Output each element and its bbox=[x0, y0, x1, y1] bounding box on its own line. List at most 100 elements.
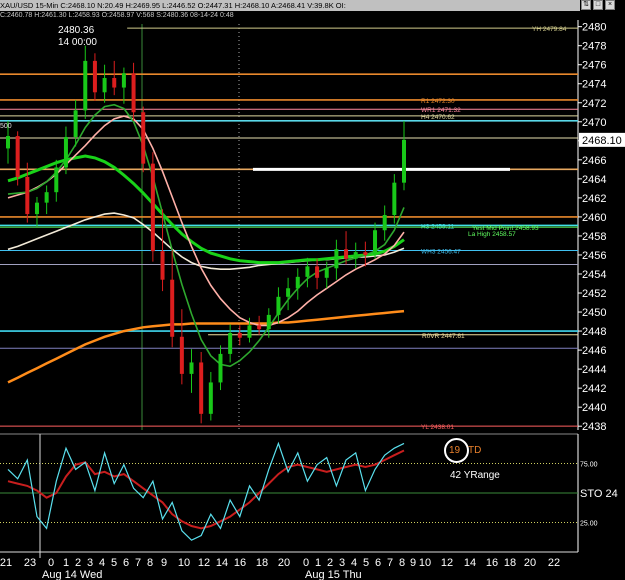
price-chart[interactable]: 2438 2440 2442 2444 2 4 4 6 2448 2450 2452 2454 2456… bbox=[0, 0, 625, 580]
chart-window: XAU/USD 15-Min C:2468.10 N:20.49 H:2469.… bbox=[0, 0, 625, 580]
price-tick-label: 2480 bbox=[582, 22, 606, 34]
time-tick-label: 2 bbox=[327, 557, 333, 569]
price-tick-label: 2438 bbox=[582, 421, 606, 433]
time-tick-label: 14 bbox=[216, 557, 228, 569]
level-note: La High 2458.57 bbox=[468, 231, 516, 238]
candle-body bbox=[141, 112, 146, 164]
stoch-k-line bbox=[7, 441, 405, 541]
date-label: Aug 14 Wed bbox=[42, 569, 102, 580]
time-tick-label: 22 bbox=[548, 557, 560, 569]
candle-body bbox=[208, 382, 213, 414]
stoch-label: STO 24 bbox=[580, 488, 618, 500]
time-tick-label: 20 bbox=[524, 557, 536, 569]
time-tick-label: 7 bbox=[387, 557, 393, 569]
price-tick-label: 2440 bbox=[582, 402, 606, 414]
price-tick-label: 2466 bbox=[582, 155, 606, 167]
candle-body bbox=[54, 167, 59, 193]
moving-average-line bbox=[7, 154, 405, 265]
price-level-label: R0VR 2447.61 bbox=[422, 333, 465, 340]
candle-body bbox=[247, 325, 252, 338]
time-tick-label: 3 bbox=[87, 557, 93, 569]
time-tick-label: 1 bbox=[315, 557, 321, 569]
price-tick-label: 2442 bbox=[582, 383, 606, 395]
time-tick-label: 5 bbox=[111, 557, 117, 569]
yrange-label: 42 YRange bbox=[450, 470, 500, 481]
candle-body bbox=[150, 163, 155, 252]
candle-body bbox=[334, 249, 339, 269]
time-tick-label: 12 bbox=[441, 557, 453, 569]
price-tick-label: 2474 bbox=[582, 79, 606, 91]
candle-body bbox=[324, 268, 329, 278]
stoch-tick-label: 25.00 bbox=[580, 521, 598, 528]
time-tick-label: 20 bbox=[278, 557, 290, 569]
time-tick-label: 8 bbox=[399, 557, 405, 569]
price-tick-label: 2470 bbox=[582, 117, 606, 129]
td-count: 19 bbox=[449, 445, 461, 456]
time-tick-label: 8 bbox=[147, 557, 153, 569]
time-tick-label: 4 bbox=[351, 557, 357, 569]
candle-body bbox=[25, 176, 30, 215]
candle-body bbox=[363, 252, 368, 255]
price-tick-label: 2464 bbox=[582, 174, 606, 186]
candle-body bbox=[189, 362, 194, 374]
price-tick-label: 2444 bbox=[582, 364, 606, 376]
price-tick-label: 2450 bbox=[582, 307, 606, 319]
price-tick-label: 2460 bbox=[582, 212, 606, 224]
candle-body bbox=[305, 266, 310, 277]
time-tick-label: 2 bbox=[75, 557, 81, 569]
candle-body bbox=[257, 325, 262, 330]
time-tick-label: 18 bbox=[504, 557, 516, 569]
candle-body bbox=[266, 314, 271, 330]
date-label: Aug 15 Thu bbox=[305, 569, 362, 580]
price-tick-label: 2472 bbox=[582, 98, 606, 110]
candle-body bbox=[286, 288, 291, 297]
candle-body bbox=[315, 266, 320, 278]
candle-body bbox=[382, 215, 387, 231]
candle-body bbox=[179, 336, 184, 374]
time-tick-label: 18 bbox=[256, 557, 268, 569]
candle-body bbox=[63, 137, 68, 168]
time-tick-label: 16 bbox=[486, 557, 498, 569]
price-tick-label: 2448 bbox=[582, 326, 606, 338]
price-tick-label: 2476 bbox=[582, 60, 606, 72]
time-tick-label: 12 bbox=[198, 557, 210, 569]
time-tick-label: 3 bbox=[339, 557, 345, 569]
candle-body bbox=[112, 78, 117, 88]
candle-body bbox=[373, 230, 378, 255]
candle-body bbox=[353, 252, 358, 259]
crosshair-time: 14 00:00 bbox=[58, 37, 97, 48]
td-label: TD bbox=[468, 445, 482, 456]
crosshair-price: 2480.36 bbox=[58, 25, 95, 36]
candle-body bbox=[92, 60, 97, 93]
time-tick-label: 6 bbox=[375, 557, 381, 569]
candle-body bbox=[402, 139, 406, 183]
price-tick-label: 2454 bbox=[582, 269, 606, 281]
candle-body bbox=[34, 202, 39, 215]
time-tick-label: 1 bbox=[63, 557, 69, 569]
candle-body bbox=[15, 136, 20, 177]
time-tick-label: 21 bbox=[0, 557, 12, 569]
price-tick-label: 2458 bbox=[582, 231, 606, 243]
candle-body bbox=[237, 332, 242, 338]
candle-body bbox=[83, 60, 88, 111]
price-tick-label: 2452 bbox=[582, 288, 606, 300]
candle-body bbox=[170, 279, 175, 337]
price-tick-label: 2478 bbox=[582, 41, 606, 53]
candle-body bbox=[6, 136, 10, 149]
last-price-label: 2468.10 bbox=[582, 135, 622, 147]
candle-body bbox=[73, 110, 78, 138]
candle-body bbox=[344, 249, 349, 259]
price-level-label: WH3 2456.47 bbox=[421, 248, 461, 255]
candle-body bbox=[121, 73, 126, 88]
candle-body bbox=[392, 182, 397, 216]
time-tick-label: 6 bbox=[123, 557, 129, 569]
time-tick-label: 9 bbox=[410, 557, 416, 569]
price-tick-label: 2462 bbox=[582, 193, 606, 205]
time-tick-label: 16 bbox=[234, 557, 246, 569]
time-tick-label: 23 bbox=[24, 557, 36, 569]
time-tick-label: 7 bbox=[135, 557, 141, 569]
candle-body bbox=[160, 251, 165, 280]
time-tick-label: 4 bbox=[99, 557, 105, 569]
candle-body bbox=[199, 362, 204, 414]
price-tick-label: 2456 bbox=[582, 250, 606, 262]
